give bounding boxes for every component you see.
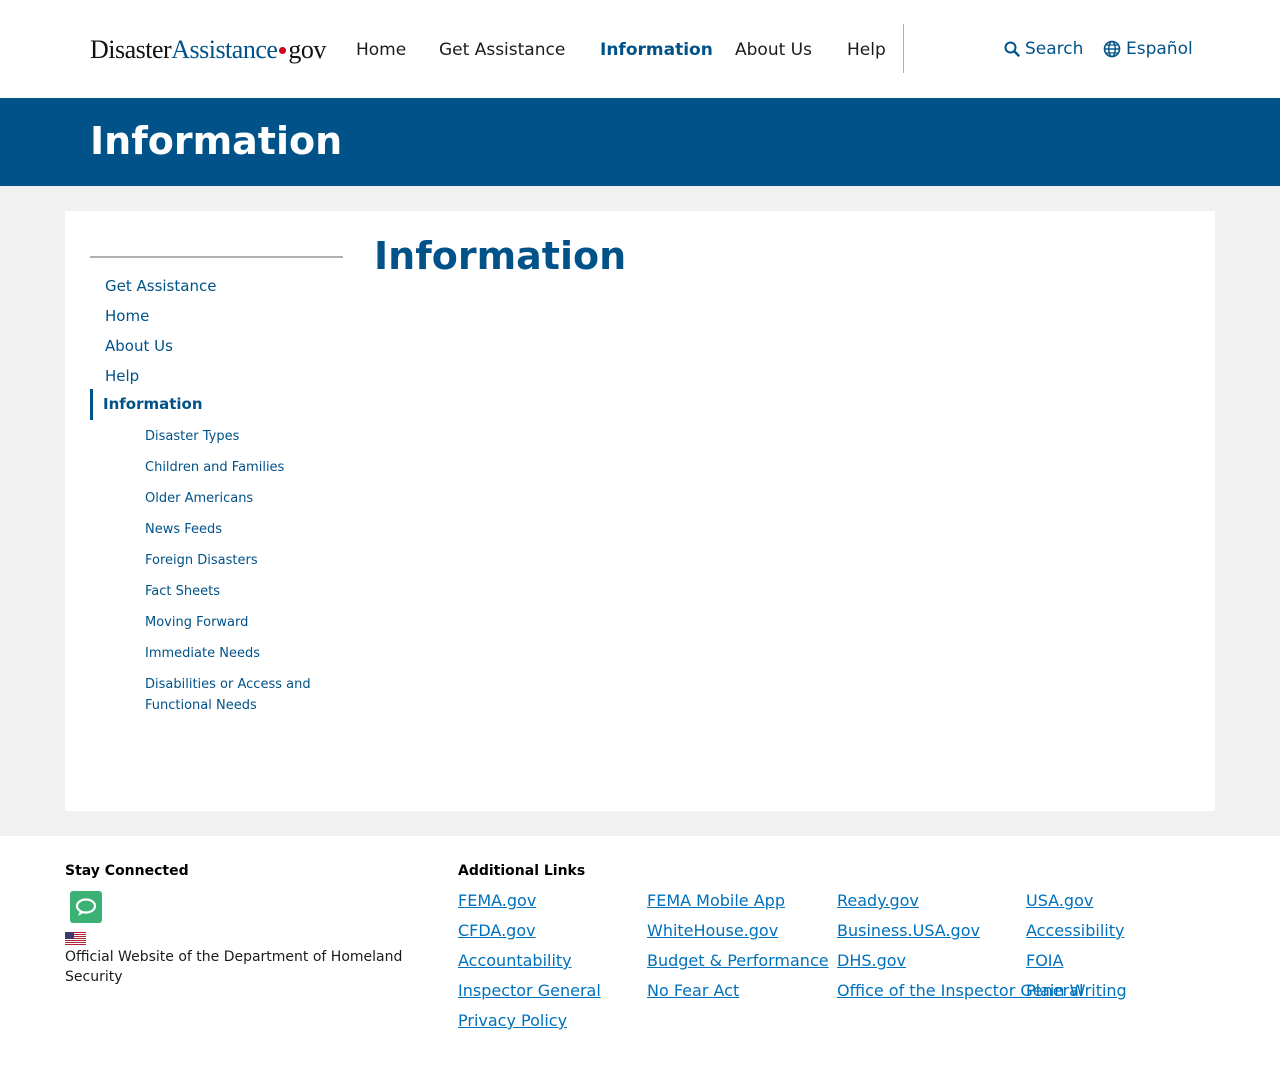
site-logo[interactable]: DisasterAssistance gov <box>90 30 326 70</box>
nav-about-us[interactable]: About Us <box>735 38 812 62</box>
sidebar-item-get-assistance[interactable]: Get Assistance <box>105 276 216 296</box>
main-area: Get Assistance Home About Us Help Inform… <box>0 186 1280 836</box>
stay-connected-heading: Stay Connected <box>65 863 189 879</box>
sidebar-item-home[interactable]: Home <box>105 306 149 326</box>
search-label: Search <box>1025 39 1084 59</box>
search-link[interactable]: Search <box>1004 37 1083 61</box>
footer-link-plain-writing[interactable]: Plain Writing <box>1026 979 1127 1003</box>
footer-link-no-fear-act[interactable]: No Fear Act <box>647 979 739 1003</box>
sidebar-subitem-disaster-types[interactable]: Disaster Types <box>145 426 335 447</box>
nav-divider <box>903 24 904 73</box>
logo-text-gov: gov <box>288 35 326 64</box>
footer-link-accessibility[interactable]: Accessibility <box>1026 919 1124 943</box>
nav-help[interactable]: Help <box>847 38 886 62</box>
site-footer: Stay Connected Official Website of the D… <box>0 836 1280 1066</box>
footer-link-privacy-policy[interactable]: Privacy Policy <box>458 1009 567 1033</box>
page-title: Information <box>374 234 627 278</box>
footer-link-whitehouse[interactable]: WhiteHouse.gov <box>647 919 778 943</box>
site-header: DisasterAssistance gov Home Get Assistanc… <box>0 0 1280 98</box>
sidebar-subitem-children-families[interactable]: Children and Families <box>145 457 335 478</box>
page-banner: Information <box>0 98 1280 186</box>
nav-home[interactable]: Home <box>356 38 406 62</box>
sidebar-divider <box>90 256 343 258</box>
footer-link-cfda[interactable]: CFDA.gov <box>458 919 536 943</box>
speech-bubble-icon <box>75 898 97 916</box>
footer-link-ready[interactable]: Ready.gov <box>837 889 919 913</box>
sidebar-subitem-foreign-disasters[interactable]: Foreign Disasters <box>145 550 335 571</box>
nav-information[interactable]: Information <box>600 38 713 62</box>
language-link[interactable]: Español <box>1103 37 1193 61</box>
footer-link-usa[interactable]: USA.gov <box>1026 889 1093 913</box>
logo-dot <box>279 47 287 55</box>
sidebar-item-about-us[interactable]: About Us <box>105 336 173 356</box>
sidebar-item-information[interactable]: Information <box>90 389 203 420</box>
footer-link-budget-performance[interactable]: Budget & Performance <box>647 949 829 973</box>
sidebar-item-help[interactable]: Help <box>105 366 139 386</box>
footer-link-fema[interactable]: FEMA.gov <box>458 889 536 913</box>
official-website-text: Official Website of the Department of Ho… <box>65 949 403 985</box>
additional-links-heading: Additional Links <box>458 863 586 879</box>
logo-text-disaster: Disaster <box>90 35 172 64</box>
sidebar-subitem-fact-sheets[interactable]: Fact Sheets <box>145 581 335 602</box>
sidebar-subitem-immediate-needs[interactable]: Immediate Needs <box>145 643 335 664</box>
content-card: Get Assistance Home About Us Help Inform… <box>65 211 1215 811</box>
sidebar-subitem-news-feeds[interactable]: News Feeds <box>145 519 335 540</box>
nav-get-assistance[interactable]: Get Assistance <box>439 38 565 62</box>
footer-link-accountability[interactable]: Accountability <box>458 949 572 973</box>
globe-icon <box>1103 40 1121 58</box>
banner-title: Information <box>90 119 343 163</box>
logo-text-assistance: Assistance <box>171 35 278 64</box>
sidebar-subitem-disabilities[interactable]: Disabilities or Access and Functional Ne… <box>145 674 335 716</box>
sidebar-subitem-moving-forward[interactable]: Moving Forward <box>145 612 335 633</box>
search-icon <box>1004 41 1020 57</box>
footer-link-dhs[interactable]: DHS.gov <box>837 949 906 973</box>
chat-icon[interactable] <box>70 891 102 923</box>
us-flag-icon <box>65 932 86 945</box>
footer-link-fema-mobile-app[interactable]: FEMA Mobile App <box>647 889 785 913</box>
footer-link-inspector-general[interactable]: Inspector General <box>458 979 601 1003</box>
footer-link-business-usa[interactable]: Business.USA.gov <box>837 919 980 943</box>
language-label: Español <box>1126 39 1193 59</box>
sidebar-subitem-older-americans[interactable]: Older Americans <box>145 488 335 509</box>
footer-link-foia[interactable]: FOIA <box>1026 949 1063 973</box>
